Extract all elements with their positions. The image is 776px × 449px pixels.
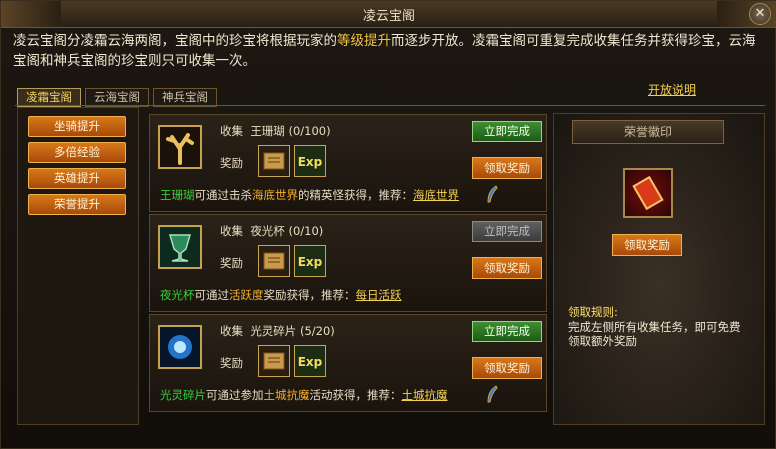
collect-label: 收集 (220, 124, 243, 138)
honor-panel-title: 荣誉徽印 (572, 120, 724, 144)
complete-now-button[interactable]: 立即完成 (472, 321, 542, 342)
hint-place: 土城抗魔 (263, 388, 310, 402)
window-title: 凌云宝阁 (362, 9, 415, 24)
menu-hero-button[interactable]: 英雄提升 (28, 168, 126, 189)
description-part1: 凌云宝阁分凌霜云海两阁，宝阁中的珍宝将根据玩家的 (13, 33, 337, 49)
reward-label: 奖励 (220, 256, 243, 270)
task-title: 收集 夜光杯 (0/10) (220, 223, 323, 239)
honor-seal-icon[interactable] (623, 168, 673, 218)
task-title: 收集 王珊瑚 (0/100) (220, 123, 331, 139)
feather-icon[interactable] (486, 185, 498, 203)
menu-mount-button[interactable]: 坐骑提升 (28, 116, 126, 137)
exp-reward-icon[interactable]: Exp (294, 345, 326, 377)
item-name: 王珊瑚 (250, 124, 285, 138)
progress-count: (0/100) (288, 124, 331, 138)
claim-reward-button[interactable]: 领取奖励 (472, 157, 542, 179)
progress-count: (0/10) (288, 224, 324, 238)
help-link[interactable]: 开放说明 (648, 81, 696, 98)
hint-text: 可通过击杀 (194, 188, 253, 202)
complete-now-button[interactable]: 立即完成 (472, 121, 542, 142)
scroll-reward-icon[interactable] (258, 145, 290, 177)
hint-item: 光灵碎片 (160, 388, 206, 402)
hint-text: 奖励获得，推荐： (263, 288, 356, 302)
treasure-pavilion-window: 凌云宝阁 ✕ 凌云宝阁分凌霜云海两阁，宝阁中的珍宝将根据玩家的等级提升而逐步开放… (0, 0, 776, 449)
task-card-coral: 收集 王珊瑚 (0/100) 奖励 Exp 立即完成 领取奖励 王珊瑚可通过击杀… (149, 114, 547, 212)
tab-bar: 凌霜宝阁 云海宝阁 神兵宝阁 (17, 88, 217, 107)
rule-title: 领取规则: (568, 305, 618, 319)
exp-reward-icon[interactable]: Exp (294, 145, 326, 177)
category-menu: 坐骑提升 多倍经验 英雄提升 荣誉提升 (17, 107, 139, 425)
recommend-link[interactable]: 土城抗魔 (402, 388, 448, 402)
coral-item-icon[interactable] (158, 125, 202, 169)
task-hint: 夜光杯可通过活跃度奖励获得，推荐：每日活跃 (160, 287, 402, 303)
title-bar[interactable]: 凌云宝阁 ✕ (1, 1, 776, 28)
recommend-link[interactable]: 海底世界 (413, 188, 459, 202)
menu-honor-button[interactable]: 荣誉提升 (28, 194, 126, 215)
reward-label: 奖励 (220, 356, 243, 370)
task-hint: 光灵碎片可通过参加土城抗魔活动获得，推荐：土城抗魔 (160, 387, 448, 403)
exp-reward-icon[interactable]: Exp (294, 245, 326, 277)
hint-text: 活动获得，推荐： (309, 388, 402, 402)
cup-item-icon[interactable] (158, 225, 202, 269)
hint-text: 可通过 (194, 288, 230, 302)
claim-reward-button[interactable]: 领取奖励 (472, 257, 542, 279)
collect-label: 收集 (220, 324, 243, 338)
claim-reward-button[interactable]: 领取奖励 (472, 357, 542, 379)
rule-text: 完成左侧所有收集任务，即可免费领取额外奖励 (568, 320, 741, 348)
task-title: 收集 光灵碎片 (5/20) (220, 323, 335, 339)
reward-label: 奖励 (220, 156, 243, 170)
feather-icon[interactable] (486, 385, 498, 403)
scroll-reward-icon[interactable] (258, 345, 290, 377)
honor-seal-panel: 荣誉徽印 领取奖励 领取规则: 完成左侧所有收集任务，即可免费领取额外奖励 (553, 113, 765, 425)
hint-place: 海底世界 (252, 188, 298, 202)
description-highlight: 等级提升 (337, 33, 391, 49)
collect-label: 收集 (220, 224, 243, 238)
task-card-cup: 收集 夜光杯 (0/10) 奖励 Exp 立即完成 领取奖励 夜光杯可通过活跃度… (149, 214, 547, 312)
hint-text: 可通过参加 (206, 388, 264, 402)
hint-text: 的精英怪获得，推荐： (298, 188, 413, 202)
menu-exp-button[interactable]: 多倍经验 (28, 142, 126, 163)
task-hint: 王珊瑚可通过击杀海底世界的精英怪获得，推荐：海底世界 (160, 187, 459, 203)
progress-count: (5/20) (299, 324, 335, 338)
tab-divider (15, 105, 765, 106)
light-shard-item-icon[interactable] (158, 325, 202, 369)
hint-item: 夜光杯 (160, 288, 195, 302)
close-button[interactable]: ✕ (749, 3, 771, 25)
recommend-link[interactable]: 每日活跃 (356, 288, 402, 302)
task-card-shard: 收集 光灵碎片 (5/20) 奖励 Exp 立即完成 领取奖励 光灵碎片可通过参… (149, 314, 547, 412)
honor-claim-button[interactable]: 领取奖励 (612, 234, 682, 256)
hint-item: 王珊瑚 (160, 188, 195, 202)
scroll-reward-icon[interactable] (258, 245, 290, 277)
item-name: 夜光杯 (250, 224, 285, 238)
hint-place: 活跃度 (229, 288, 264, 302)
item-name: 光灵碎片 (250, 324, 297, 338)
complete-now-button[interactable]: 立即完成 (472, 221, 542, 242)
description: 凌云宝阁分凌霜云海两阁，宝阁中的珍宝将根据玩家的等级提升而逐步开放。凌霜宝阁可重… (13, 31, 765, 71)
